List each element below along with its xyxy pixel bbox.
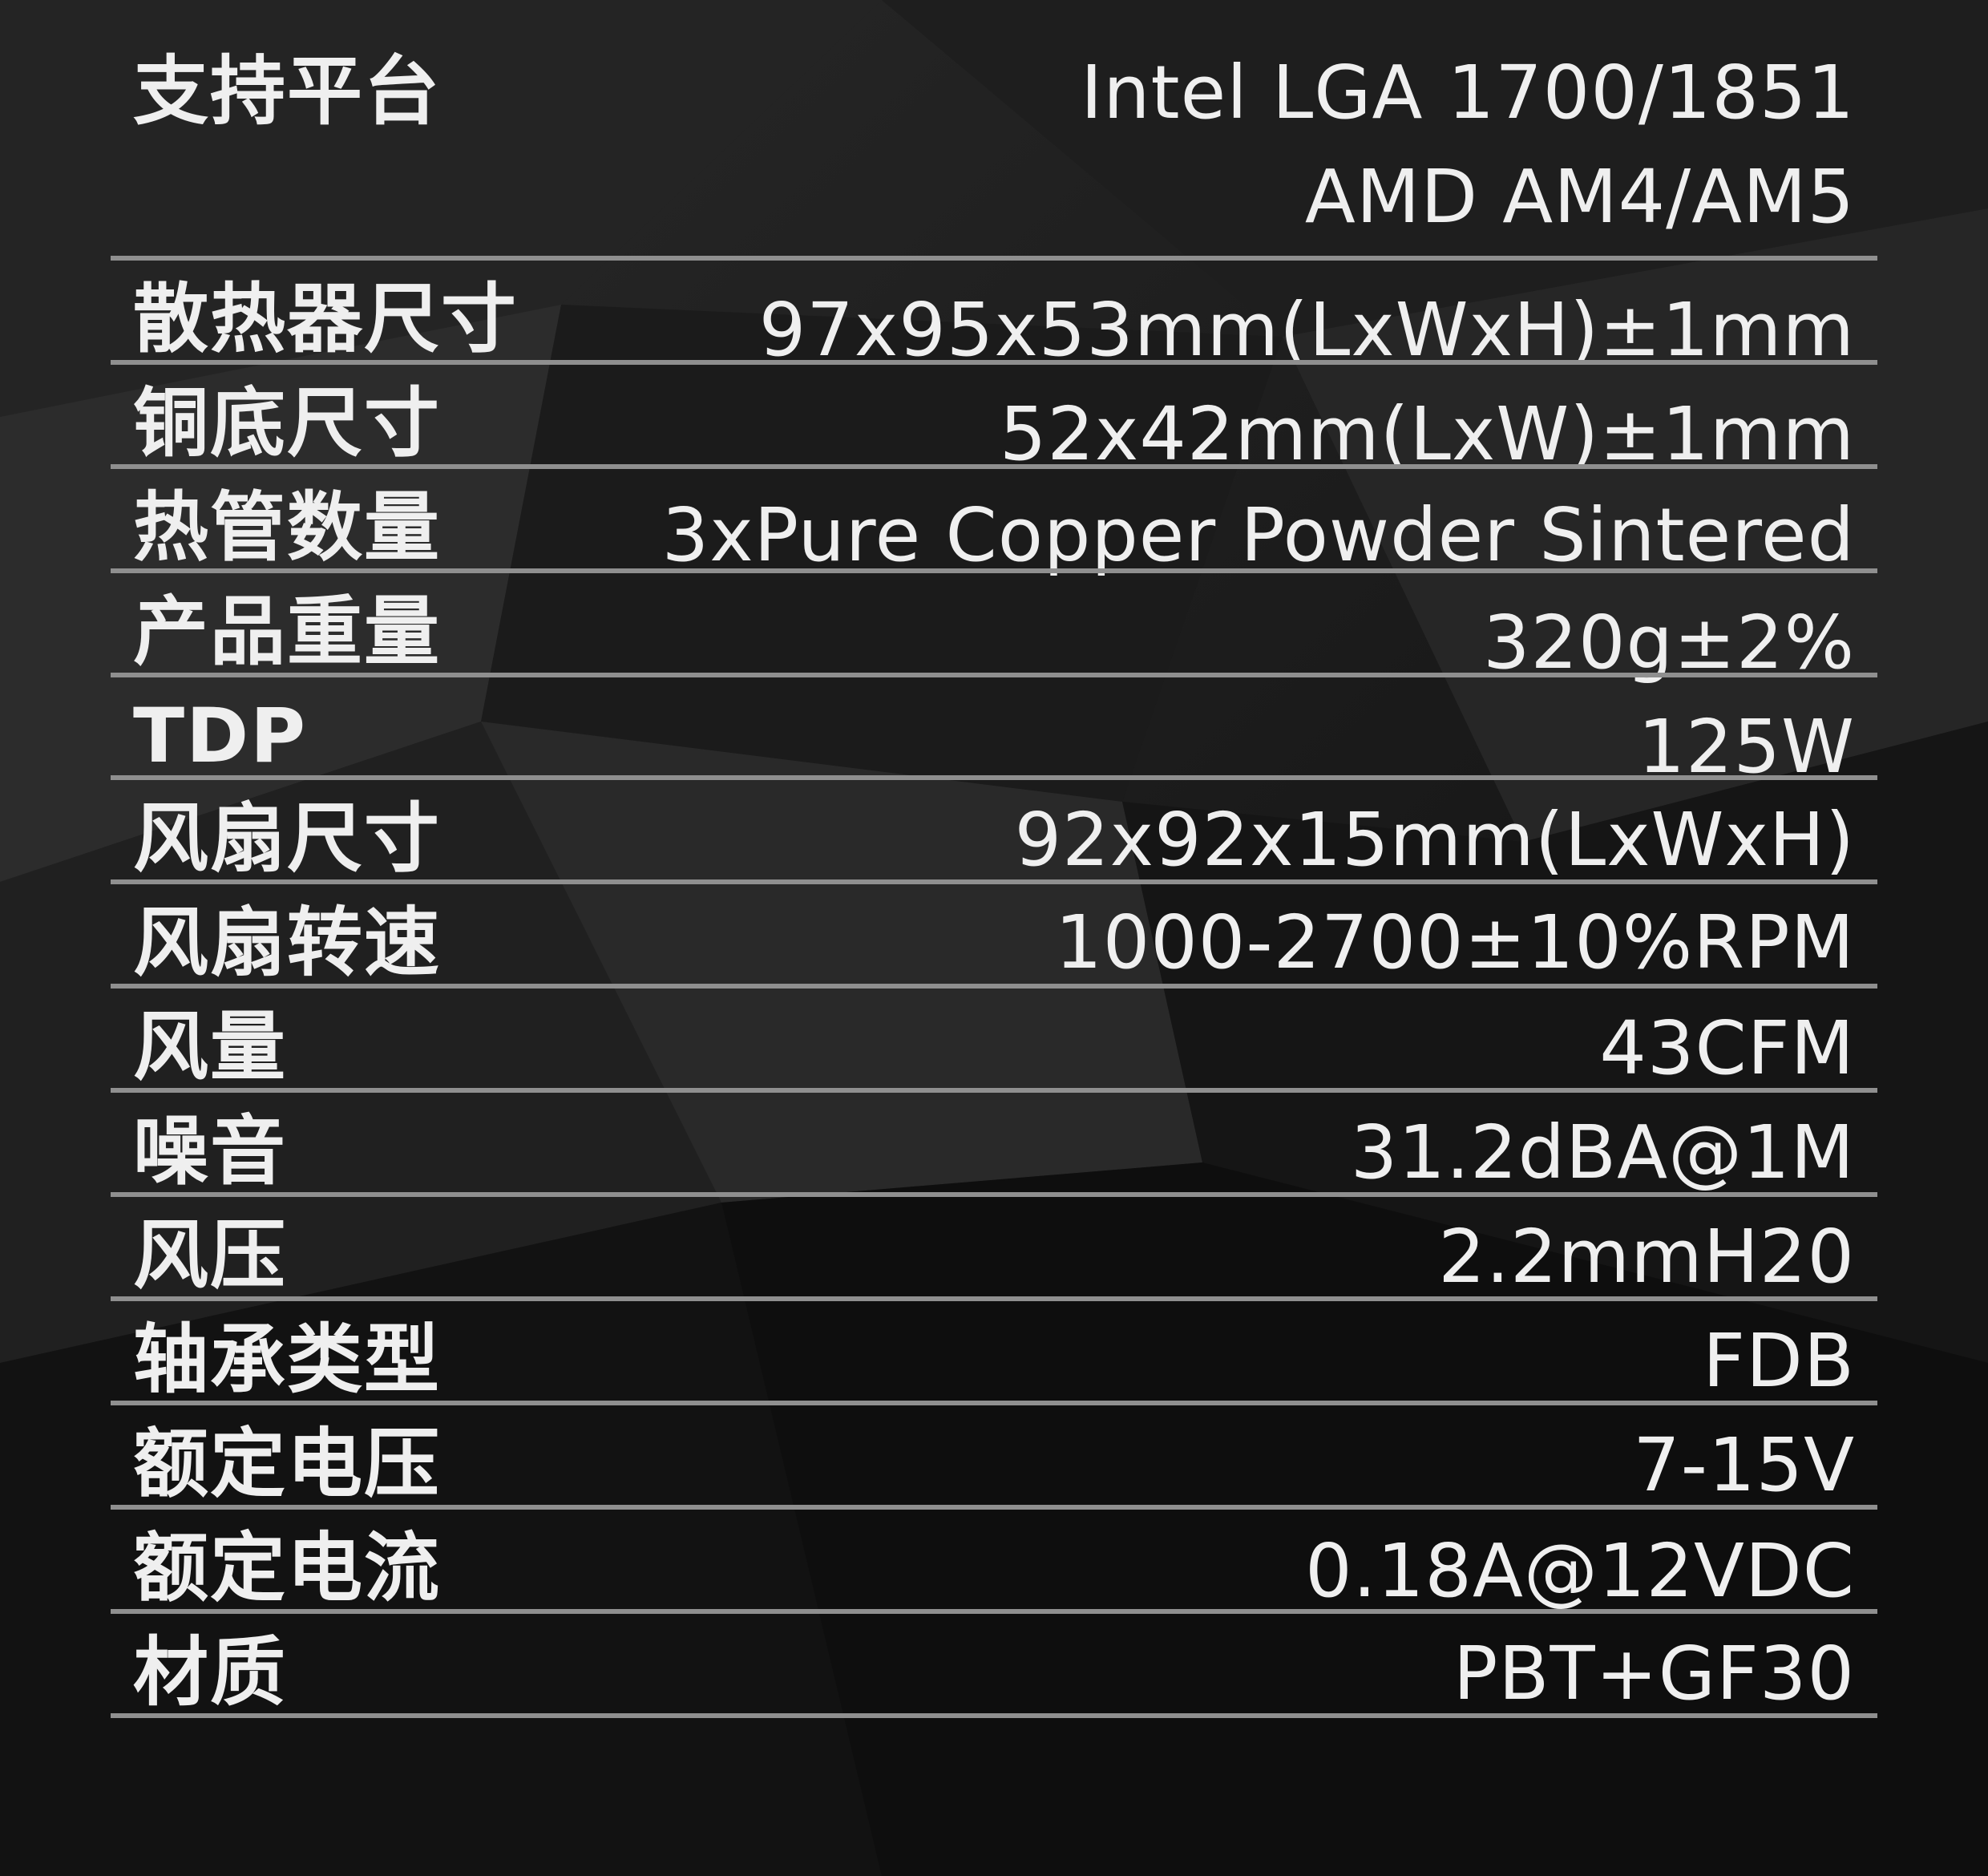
- row-divider: [111, 1713, 1877, 1718]
- row-divider: [111, 1609, 1877, 1614]
- row-divider: [111, 464, 1877, 469]
- spec-value: 43CFM: [1599, 1005, 1855, 1091]
- row-divider: [111, 568, 1877, 573]
- row-divider: [111, 1192, 1877, 1197]
- spec-label: 风扇转速: [133, 900, 442, 987]
- spec-label: 散热器尺寸: [133, 276, 519, 363]
- row-divider: [111, 673, 1877, 677]
- spec-label: 支持平台: [133, 48, 442, 135]
- spec-label: 噪音: [133, 1108, 288, 1195]
- spec-label: 材质: [133, 1629, 288, 1716]
- row-divider: [111, 360, 1877, 365]
- spec-value: 2.2mmH20: [1438, 1214, 1855, 1300]
- spec-label: 额定电流: [133, 1525, 442, 1612]
- spec-value: 52x42mm(LxW)±1mm: [999, 391, 1855, 477]
- row-divider: [111, 879, 1877, 884]
- spec-label: 产品重量: [133, 588, 442, 676]
- spec-value: AMD AM4/AM5: [1304, 154, 1855, 240]
- row-divider: [111, 1296, 1877, 1301]
- row-divider: [111, 1088, 1877, 1093]
- spec-value: 125W: [1638, 704, 1855, 790]
- spec-value: 3xPure Copper Powder Sintered: [661, 492, 1855, 578]
- spec-value: 92x92x15mm(LxWxH): [1014, 797, 1855, 883]
- spec-label: 风压: [133, 1212, 288, 1300]
- spec-value: 0.18A@12VDC: [1305, 1528, 1855, 1614]
- spec-value: 1000-2700±10%RPM: [1055, 900, 1855, 985]
- row-divider: [111, 775, 1877, 780]
- spec-label: 铜底尺寸: [133, 380, 442, 467]
- spec-sheet: 支持平台 Intel LGA 1700/1851 AMD AM4/AM5 散热器尺寸 9…: [111, 0, 1877, 1876]
- spec-value: 31.2dBA@1M: [1350, 1110, 1855, 1195]
- spec-value: 320g±2%: [1482, 600, 1855, 685]
- spec-value: PBT+GF30: [1453, 1631, 1855, 1716]
- row-divider: [111, 984, 1877, 989]
- spec-label: 轴承类型: [133, 1316, 442, 1404]
- spec-label: 风量: [133, 1004, 288, 1091]
- row-divider: [111, 1505, 1877, 1510]
- spec-label: 热管数量: [133, 484, 442, 572]
- spec-value: FDB: [1703, 1318, 1855, 1404]
- spec-value: 7-15V: [1633, 1422, 1855, 1508]
- row-divider: [111, 256, 1877, 261]
- spec-value: Intel LGA 1700/1851: [1081, 50, 1855, 135]
- row-divider: [111, 1401, 1877, 1405]
- spec-label: 风扇尺寸: [133, 795, 442, 883]
- spec-label: 额定电压: [133, 1421, 442, 1508]
- spec-value: 97x95x53mm(LxWxH)±1mm: [758, 287, 1855, 373]
- spec-label: TDP: [133, 693, 308, 780]
